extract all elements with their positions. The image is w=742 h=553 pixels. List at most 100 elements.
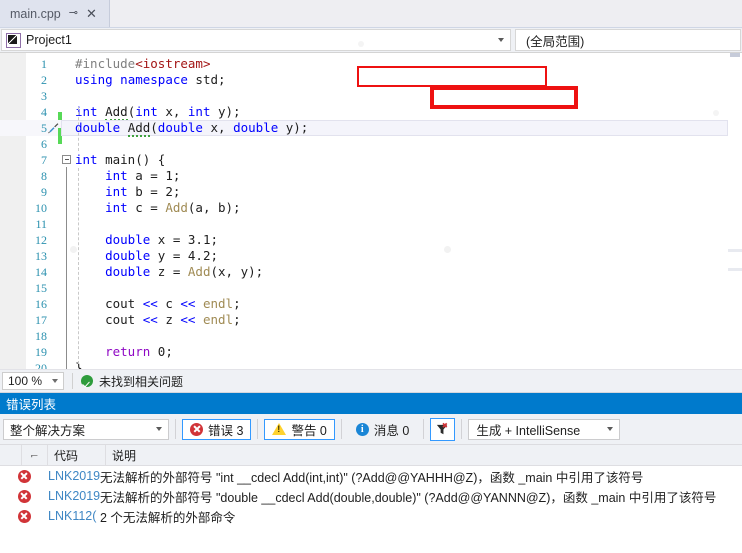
table-row[interactable]: LNK2019 无法解析的外部符号 "int __cdecl Add(int,in… <box>0 466 742 486</box>
code-token: ; <box>210 232 219 247</box>
code-token: () { <box>135 152 166 167</box>
panel-title-bar[interactable]: 错误列表 <box>0 393 742 414</box>
line-number: 15 <box>35 281 47 295</box>
code-token: <iostream> <box>135 56 211 71</box>
message-count-toggle[interactable]: 消息 0 <box>348 419 417 440</box>
code-token: Add <box>187 264 211 279</box>
scope-guide-line <box>66 167 67 369</box>
editor-vertical-scrollbar[interactable] <box>728 53 742 369</box>
scope-filter-dropdown[interactable]: 整个解决方案 <box>3 418 169 440</box>
close-icon[interactable]: ✕ <box>86 7 97 20</box>
code-text: int a = 1; <box>68 168 180 184</box>
code-line[interactable]: 16 cout << c << endl; <box>0 296 742 312</box>
divider <box>461 419 463 439</box>
table-row[interactable]: LNK112(2 个无法解析的外部命令 <box>0 506 742 526</box>
error-list-rows[interactable]: LNK2019 无法解析的外部符号 "int __cdecl Add(int,in… <box>0 466 742 526</box>
column-header-description[interactable]: 说明 <box>106 445 742 465</box>
screwdriver-icon[interactable] <box>47 122 59 134</box>
status-message: 未找到相关问题 <box>99 374 184 389</box>
table-row[interactable]: LNK2019 无法解析的外部符号 "double __cdecl Add(dou… <box>0 486 742 506</box>
code-token: double <box>233 120 279 135</box>
code-token: x, <box>157 104 188 119</box>
code-line[interactable]: 14 double z = Add(x, y); <box>0 264 742 280</box>
code-text: int c = Add(a, b); <box>68 200 240 216</box>
zoom-level-dropdown[interactable]: 100 % <box>2 372 64 390</box>
code-line[interactable]: 10 int c = Add(a, b); <box>0 200 742 216</box>
code-token: #include <box>75 56 136 71</box>
code-line[interactable]: 19 return 0; <box>0 344 742 360</box>
code-token: using <box>75 72 113 87</box>
code-editor[interactable]: 1 #include<iostream> 2 using namespace std;… <box>0 53 742 370</box>
clear-filter-icon[interactable] <box>430 417 456 441</box>
error-list-panel: 错误列表 整个解决方案 错误 3 警告 0 消息 0 <box>0 41 742 526</box>
divider <box>340 419 342 439</box>
code-token: double <box>105 232 151 247</box>
code-line[interactable]: 7 int main() { <box>0 152 742 168</box>
code-token: endl <box>202 296 234 311</box>
code-line[interactable]: 20} <box>0 360 742 369</box>
code-line[interactable]: 17 cout << z << endl; <box>0 312 742 328</box>
error-code-cell[interactable]: LNK2019 <box>48 469 100 483</box>
decorative-dot <box>713 110 719 116</box>
column-header-sort[interactable]: ⌐ <box>22 445 48 465</box>
build-filter-dropdown[interactable]: 生成 + IntelliSense <box>468 418 621 440</box>
scope-dropdown[interactable]: (全局范围) <box>515 29 741 51</box>
code-line[interactable]: 15 <box>0 280 742 296</box>
code-token: y); <box>278 120 309 135</box>
error-icon <box>190 422 203 436</box>
code-token: namespace <box>120 72 188 87</box>
code-token: cout <box>75 312 143 327</box>
code-line[interactable]: 9 int b = 2; <box>0 184 742 200</box>
code-token: ; <box>165 344 173 359</box>
code-line[interactable]: 18 <box>0 328 742 344</box>
code-line[interactable]: 5 double Add(double x, double y); <box>0 120 742 144</box>
code-line[interactable]: 3 <box>0 88 742 104</box>
pin-icon[interactable]: ⊸ <box>69 8 78 19</box>
code-token: int <box>75 152 98 167</box>
code-token: a = <box>127 168 166 183</box>
code-line[interactable]: 4 int Add(int x, int y); <box>0 104 742 128</box>
code-line[interactable]: 1 #include<iostream> <box>0 56 742 72</box>
code-line[interactable]: 12 double x = 3.1; <box>0 232 742 248</box>
divider <box>257 419 259 439</box>
code-text: return 0; <box>68 344 173 360</box>
code-token: ; <box>210 248 219 263</box>
column-header-select[interactable] <box>0 445 22 465</box>
code-line[interactable]: 11 <box>0 216 742 232</box>
code-text: int Add(int x, int y); <box>68 104 241 121</box>
line-number: 19 <box>35 345 47 359</box>
row-severity-cell <box>0 469 48 483</box>
code-line[interactable]: 13 double y = 4.2; <box>0 248 742 264</box>
collapse-minus-icon[interactable] <box>62 155 71 164</box>
code-lines[interactable]: 1 #include<iostream> 2 using namespace std;… <box>0 53 742 369</box>
row-severity-cell <box>0 509 48 523</box>
code-line[interactable]: 6 <box>0 136 742 152</box>
column-header-code[interactable]: 代码 <box>48 445 106 465</box>
warning-count-label: 警告 0 <box>291 423 327 438</box>
code-token: x, <box>202 120 234 135</box>
code-text: #include<iostream> <box>68 56 210 72</box>
error-code-cell[interactable]: LNK112( <box>48 509 100 523</box>
error-list-toolbar: 整个解决方案 错误 3 警告 0 消息 0 生成 + IntelliSens <box>0 414 742 445</box>
warning-count-toggle[interactable]: 警告 0 <box>264 418 335 440</box>
project-dropdown[interactable]: Project1 <box>1 29 511 51</box>
code-token: ; <box>233 312 241 327</box>
tab-main-cpp[interactable]: main.cpp ⊸ ✕ <box>0 0 110 27</box>
code-line[interactable]: 8 int a = 1; <box>0 168 742 184</box>
code-text: double y = 4.2; <box>68 248 218 264</box>
row-severity-cell <box>0 489 48 503</box>
code-token: (x, y); <box>210 264 264 279</box>
code-token: double <box>105 248 151 263</box>
code-line[interactable]: 2 using namespace std; <box>0 72 742 88</box>
build-filter-label: 生成 + IntelliSense <box>476 423 581 438</box>
error-list-header: ⌐ 代码 说明 <box>0 445 742 466</box>
error-code-cell[interactable]: LNK2019 <box>48 489 100 503</box>
navigation-bar: Project1 (全局范围) <box>0 28 742 53</box>
scrollbar-thumb[interactable] <box>730 53 740 57</box>
project-icon <box>6 32 21 48</box>
error-count-toggle[interactable]: 错误 3 <box>182 418 252 440</box>
line-number: 6 <box>41 137 47 151</box>
